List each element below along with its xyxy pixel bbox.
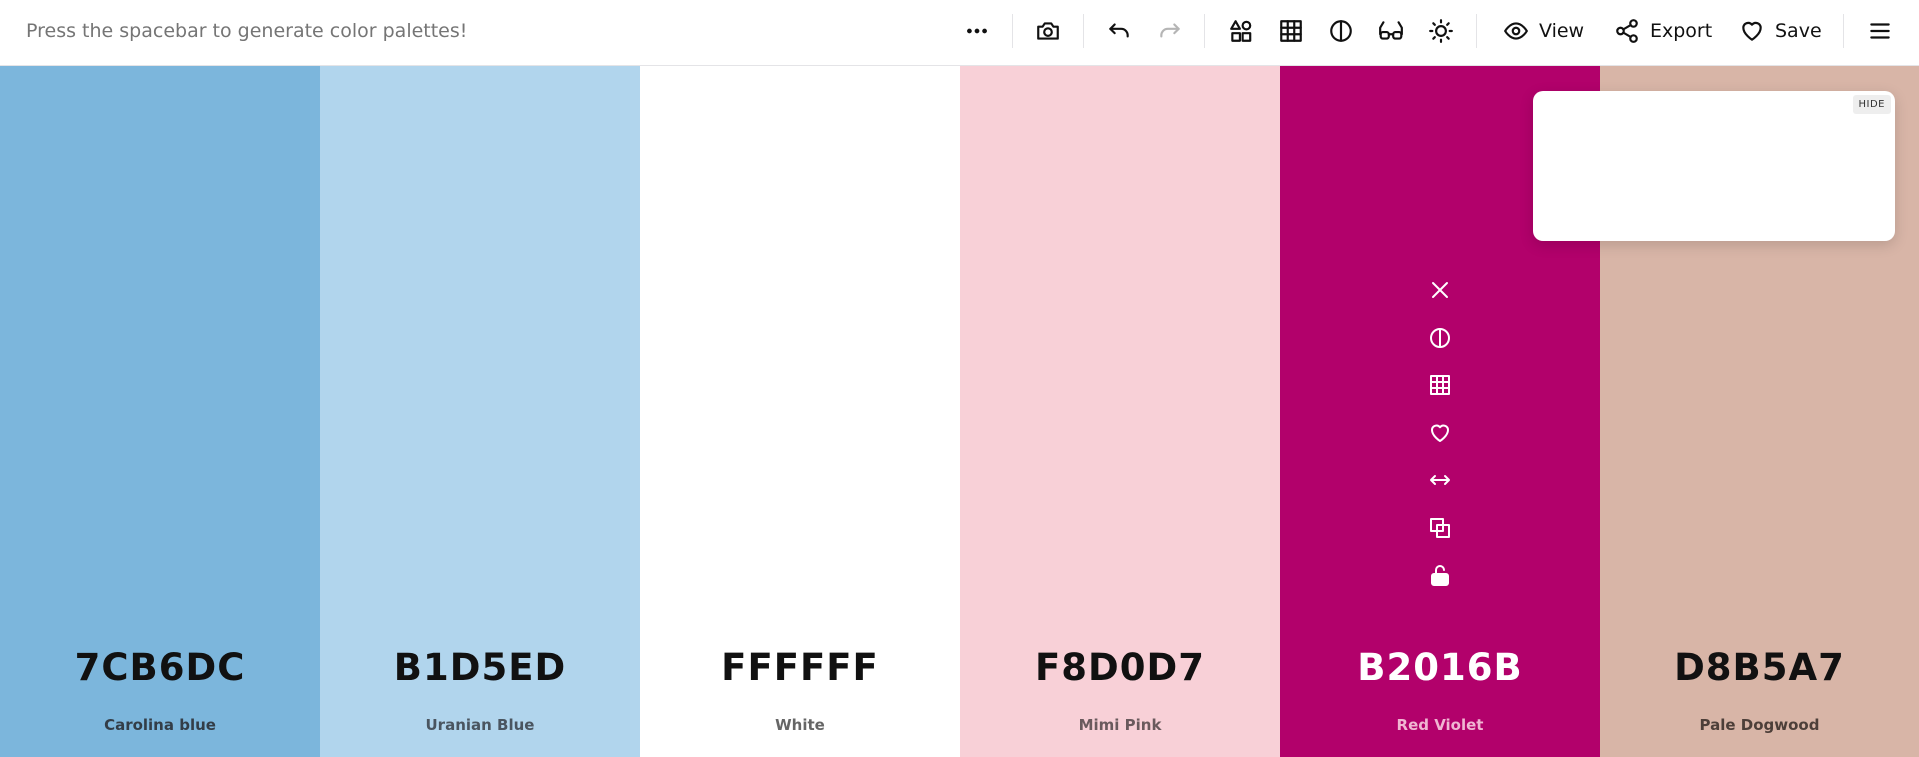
column-tools [1280,274,1600,607]
copy-icon [1430,517,1450,538]
favorite-color-button[interactable] [1424,417,1456,449]
drag-arrows-icon [1430,475,1450,485]
contrast-icon [1430,327,1450,348]
color-column[interactable]: B1D5ED Uranian Blue [320,66,640,757]
color-column[interactable]: 7CB6DC Carolina blue [0,66,320,757]
toolbar-divider [1843,14,1844,48]
brightness-icon[interactable] [1424,14,1458,48]
color-hex[interactable]: B1D5ED [320,646,640,689]
copy-hex-button[interactable] [1424,512,1456,544]
menu-icon[interactable] [1863,14,1897,48]
toolbar: Press the spacebar to generate color pal… [0,0,1919,66]
color-name[interactable]: Pale Dogwood [1600,716,1919,734]
spacebar-hint: Press the spacebar to generate color pal… [26,20,468,42]
glasses-icon[interactable] [1374,14,1408,48]
color-hex[interactable]: D8B5A7 [1600,646,1919,689]
shapes-icon[interactable] [1224,14,1258,48]
redo-icon[interactable] [1153,14,1187,48]
color-hex[interactable]: 7CB6DC [0,646,320,689]
color-column[interactable]: FFFFFF White [640,66,960,757]
color-name[interactable]: Carolina blue [0,716,320,734]
share-icon [1616,19,1638,43]
color-name[interactable]: Mimi Pink [960,716,1280,734]
grid-icon[interactable] [1274,14,1308,48]
hide-button[interactable]: HIDE [1852,95,1891,114]
grid-icon [1430,375,1450,395]
export-button[interactable]: Export [1614,13,1712,49]
view-label: View [1539,20,1585,42]
eye-icon [1504,22,1528,40]
color-column[interactable]: F8D0D7 Mimi Pink [960,66,1280,757]
more-options-icon[interactable] [960,14,994,48]
toolbar-divider [1476,14,1477,48]
color-hex[interactable]: FFFFFF [640,646,960,689]
remove-color-button[interactable] [1424,274,1456,306]
toolbar-divider [1083,14,1084,48]
color-name[interactable]: White [640,716,960,734]
view-button[interactable]: View [1503,13,1584,49]
save-button[interactable]: Save [1739,13,1822,49]
contrast-icon[interactable] [1324,14,1358,48]
color-hex[interactable]: F8D0D7 [960,646,1280,689]
color-name[interactable]: Uranian Blue [320,716,640,734]
save-label: Save [1775,20,1822,42]
unlock-icon [1431,565,1449,586]
color-hex[interactable]: B2016B [1280,646,1600,689]
color-name[interactable]: Red Violet [1280,716,1600,734]
floating-panel: HIDE [1533,91,1895,241]
view-shades-button[interactable] [1424,369,1456,401]
undo-icon[interactable] [1102,14,1136,48]
heart-icon [1742,21,1762,41]
export-label: Export [1650,20,1713,42]
heart-icon [1431,424,1449,442]
camera-icon[interactable] [1031,14,1065,48]
close-icon [1432,282,1448,298]
toolbar-divider [1012,14,1013,48]
toolbar-divider [1204,14,1205,48]
lock-color-button[interactable] [1424,559,1456,591]
drag-color-handle[interactable] [1424,464,1456,496]
shades-button[interactable] [1424,322,1456,354]
